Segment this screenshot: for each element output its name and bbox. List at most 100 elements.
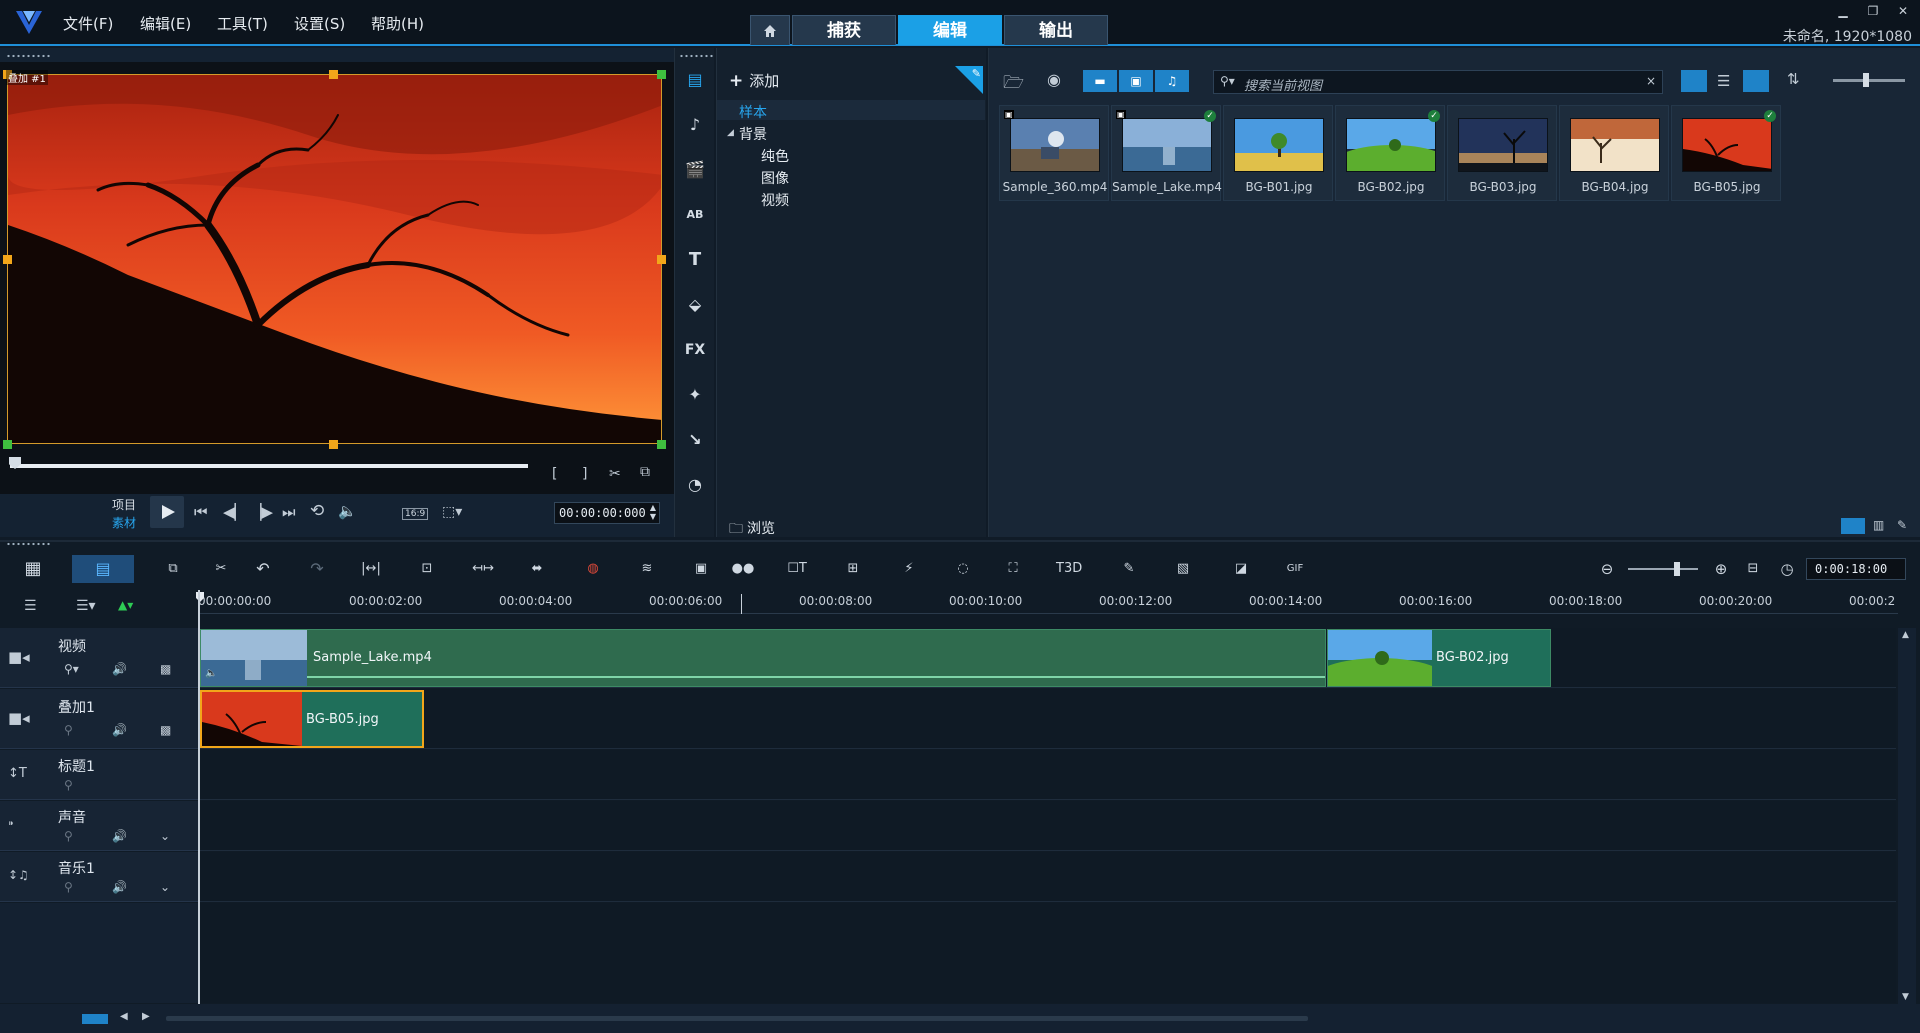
thumbnail-size-slider[interactable] [1833, 79, 1905, 82]
library-item[interactable]: BG-B01.jpg [1223, 105, 1333, 201]
speed-icon[interactable]: ◔ [683, 473, 707, 497]
add-button[interactable]: + 添加 [729, 70, 779, 91]
enlarge-preview-icon[interactable]: ⧉ [640, 464, 650, 480]
timeline-ruler[interactable]: 00:00:00:00 00:00:02:00 00:00:04:00 00:0… [196, 590, 1898, 614]
time-remapping-icon[interactable]: ⚡ [896, 559, 922, 579]
path-icon[interactable]: ↘ [683, 428, 707, 452]
zoom-out-icon[interactable]: ⊖ [1594, 559, 1620, 579]
library-item[interactable]: ✓ BG-B02.jpg [1335, 105, 1445, 201]
timeline-clip[interactable]: BG-B05.jpg [200, 690, 424, 748]
library-item[interactable]: BG-B03.jpg [1447, 105, 1557, 201]
prev-frame-icon[interactable]: ◀▏ [223, 503, 246, 521]
show-video-toggle[interactable]: ▬ [1083, 70, 1117, 92]
restore-button[interactable]: ❐ [1864, 4, 1882, 18]
timeline-clip[interactable]: 🔈 Sample_Lake.mp4 [200, 629, 1326, 687]
ripple-edit-icon[interactable]: ⊡ [414, 559, 440, 579]
show-photo-toggle[interactable]: ▣ [1119, 70, 1153, 92]
link-icon[interactable]: ⚲▾ [64, 662, 79, 676]
zoom-in-icon[interactable]: ⊕ [1708, 559, 1734, 579]
tree-item-sample[interactable]: 样本 [717, 100, 985, 121]
timeline-empty-area[interactable] [200, 903, 1896, 1003]
filmstrip-icon[interactable]: ▥ [1873, 518, 1884, 532]
audio-icon[interactable]: ♪ [683, 113, 707, 137]
scroll-right-icon[interactable]: ▶ [142, 1011, 150, 1022]
motion-icon[interactable]: ✦ [683, 383, 707, 407]
go-to-end-icon[interactable]: ⏭ [282, 503, 296, 521]
sound-mixer-icon[interactable]: ≋ [634, 559, 660, 579]
link-icon[interactable]: ⚲ [64, 829, 73, 843]
menu-tools[interactable]: 工具(T) [217, 13, 268, 34]
scroll-up-icon[interactable]: ▲ [1902, 630, 1909, 640]
link-icon[interactable]: ⚲ [64, 778, 73, 792]
scrubber-bar[interactable] [10, 464, 528, 468]
multi-camera-icon[interactable]: ⊞ [840, 559, 866, 579]
panel-grip[interactable] [6, 54, 52, 58]
resize-handle[interactable] [3, 440, 12, 449]
preview-canvas[interactable]: 叠加 #1 [0, 62, 674, 494]
horizontal-scrollbar[interactable] [166, 1016, 1308, 1021]
track-lane-overlay[interactable] [200, 689, 1896, 749]
tree-item-image[interactable]: 图像 [761, 168, 789, 188]
track-header-video[interactable]: ■◂ 视频 ⚲▾ 🔊 ▩ [0, 628, 198, 688]
search-field[interactable]: ⚲▾ 搜索当前视图 × [1213, 70, 1663, 94]
track-lane-music[interactable] [200, 852, 1896, 902]
zoom-slider[interactable] [1628, 568, 1698, 570]
subtitle-editor-icon[interactable]: ☐T [784, 559, 810, 579]
speaker-icon[interactable]: 🔊 [112, 662, 127, 676]
vertical-scrollbar[interactable]: ▲ ▼ [1898, 628, 1916, 1004]
resize-handle[interactable] [3, 255, 12, 264]
mode-clip[interactable]: 素材 [112, 514, 136, 531]
split-icon[interactable]: ⬌ [524, 559, 550, 579]
mark-out-button[interactable]: ] [582, 466, 587, 482]
repeat-icon[interactable]: ⟲ [310, 501, 324, 521]
resize-handle[interactable] [329, 440, 338, 449]
speaker-icon[interactable]: 🔊 [112, 880, 127, 894]
mark-in-button[interactable]: [ [552, 466, 557, 482]
track-lane-voice[interactable] [200, 801, 1896, 851]
fit-project-icon[interactable]: ⊟ [1740, 559, 1766, 579]
media-icon[interactable]: ▤ [683, 68, 707, 92]
menu-help[interactable]: 帮助(H) [371, 13, 424, 34]
auto-music-icon[interactable]: ▣ [688, 559, 714, 579]
menu-file[interactable]: 文件(F) [63, 13, 113, 34]
resize-handle[interactable] [657, 255, 666, 264]
3d-title-icon[interactable]: T3D [1056, 559, 1082, 579]
menu-edit[interactable]: 编辑(E) [140, 13, 191, 34]
panel-grip[interactable] [679, 54, 715, 58]
tree-item-background[interactable]: 背景 [739, 124, 767, 144]
speaker-icon[interactable]: 🔊 [112, 723, 127, 737]
motion-tracking-icon[interactable]: ●● [730, 559, 756, 579]
stabilize-icon[interactable]: ◌ [950, 559, 976, 579]
pin-button[interactable]: ✎ [955, 66, 983, 94]
close-button[interactable]: ✕ [1894, 4, 1912, 18]
tools-icon[interactable]: ✂ [208, 559, 234, 579]
tab-share[interactable]: 输出 [1004, 15, 1108, 45]
grid-icon[interactable]: ▩ [160, 723, 171, 737]
scissors-icon[interactable]: ✂ [609, 466, 621, 482]
tab-capture[interactable]: 捕获 [792, 15, 896, 45]
speaker-icon[interactable]: 🔊 [112, 829, 127, 843]
tree-item-video[interactable]: 视频 [761, 190, 789, 210]
gif-icon[interactable]: GIF [1282, 559, 1308, 579]
track-options-icon[interactable]: ☰▾ [76, 598, 96, 614]
grid-view-icon[interactable] [1743, 70, 1769, 92]
library-item[interactable]: BG-B04.jpg [1559, 105, 1669, 201]
instant-project-icon[interactable]: 🎬 [683, 158, 707, 182]
link-icon[interactable]: ⚲ [64, 880, 73, 894]
library-item[interactable]: ▣ Sample_360.mp4 [999, 105, 1109, 201]
play-button[interactable] [150, 496, 184, 528]
collapse-icon[interactable]: ◢ [727, 128, 734, 138]
clear-icon[interactable]: × [1646, 74, 1656, 88]
library-item[interactable]: ✓ BG-B05.jpg [1671, 105, 1781, 201]
undo-icon[interactable]: ↶ [250, 559, 276, 579]
transition-icon[interactable]: AB [683, 203, 707, 227]
timecode-stepper[interactable]: ▲ ▼ [650, 503, 656, 521]
library-item[interactable]: ▣ ✓ Sample_Lake.mp4 [1111, 105, 1222, 201]
chevron-down-icon[interactable]: ⌄ [160, 829, 170, 843]
record-icon[interactable]: ◍ [580, 559, 606, 579]
trim-icon[interactable]: ↤↦ [470, 559, 496, 579]
track-manager-icon[interactable]: ⧉ [160, 559, 186, 579]
track-header-voice[interactable]: ⁍ 声音 ⚲ 🔊 ⌄ [0, 801, 198, 851]
mode-project[interactable]: 项目 [112, 496, 136, 513]
track-header-music[interactable]: ↕♫ 音乐1 ⚲ 🔊 ⌄ [0, 852, 198, 902]
